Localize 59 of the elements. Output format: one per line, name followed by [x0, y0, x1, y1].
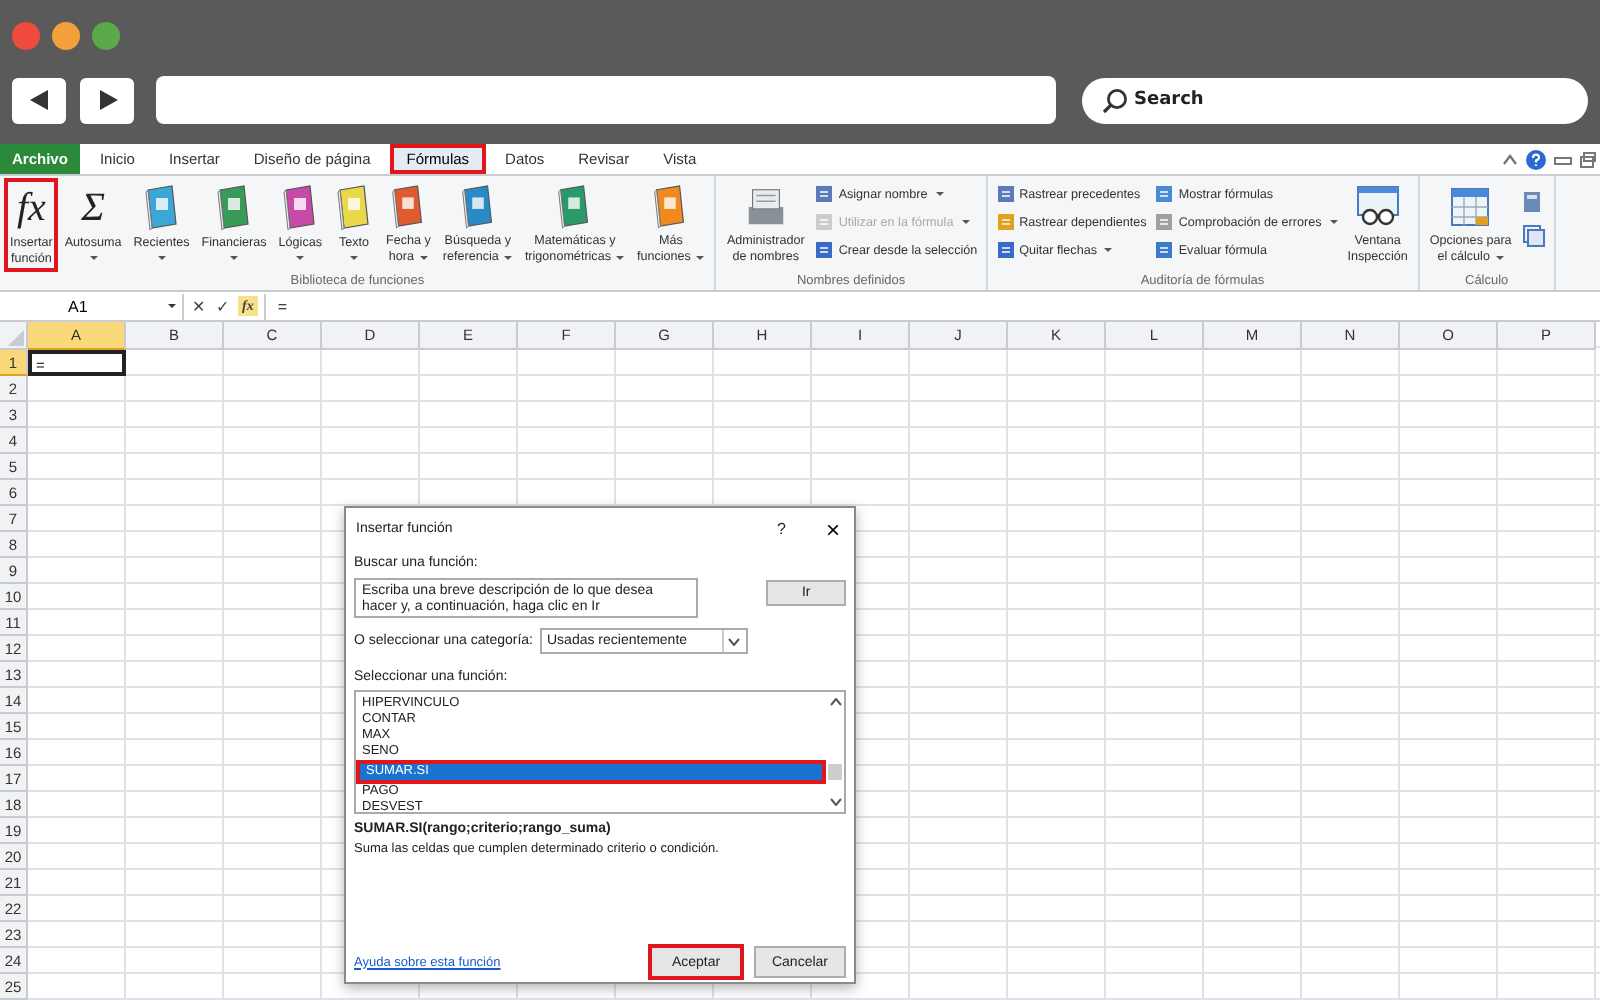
close-button[interactable]: ×	[821, 515, 844, 543]
restore-icon[interactable]	[1580, 152, 1596, 168]
cancel-icon[interactable]: ✕	[190, 297, 208, 315]
back-button[interactable]	[12, 77, 66, 123]
caret-icon	[420, 256, 429, 260]
caret-icon	[230, 256, 239, 260]
caret-icon	[696, 256, 705, 260]
document-icon	[1154, 184, 1175, 204]
formula-field[interactable]: =	[263, 293, 1600, 319]
minimize-icon[interactable]	[1554, 152, 1572, 168]
caret-icon	[1495, 256, 1504, 260]
sheet-icon[interactable]	[1521, 224, 1546, 248]
document-icon	[995, 184, 1016, 204]
caret-icon	[296, 256, 305, 260]
caret-up-icon[interactable]	[1502, 152, 1518, 168]
minimize-icon[interactable]	[52, 22, 80, 50]
help-icon[interactable]	[1526, 150, 1546, 170]
search-icon	[1102, 87, 1128, 113]
document-icon	[814, 240, 835, 260]
spreadsheet-icon	[1448, 184, 1493, 230]
maximize-icon[interactable]	[92, 22, 120, 50]
chevron-down-icon	[728, 637, 740, 645]
calculator-icon[interactable]	[1521, 190, 1542, 214]
caret-icon	[504, 256, 513, 260]
address-field[interactable]	[156, 76, 1056, 124]
book-icon	[457, 184, 498, 230]
left-triangle-icon	[29, 90, 49, 110]
caret-icon	[1104, 248, 1113, 252]
enter-icon[interactable]: ✓	[214, 297, 232, 315]
book-icon	[214, 184, 255, 232]
document-icon	[1154, 212, 1175, 232]
chevron-up-icon[interactable]	[829, 698, 841, 706]
document-icon	[814, 184, 835, 204]
caret-icon	[89, 256, 98, 260]
caret-icon	[935, 192, 944, 196]
caret-icon	[961, 220, 970, 224]
scrollbar[interactable]	[826, 692, 844, 812]
caret-icon	[168, 304, 176, 308]
window-glasses-icon	[1353, 184, 1402, 230]
document-icon	[814, 212, 835, 232]
search-field[interactable]: Search	[1082, 77, 1588, 123]
help-button[interactable]: ?	[777, 520, 786, 538]
function-glyph: Σ	[81, 184, 105, 232]
chevron-down-icon[interactable]	[829, 798, 841, 806]
function-glyph: fx	[16, 184, 46, 232]
document-icon	[1154, 240, 1175, 260]
right-triangle-icon	[97, 90, 117, 110]
book-icon	[141, 184, 182, 232]
document-icon	[995, 240, 1016, 260]
caret-icon	[1329, 220, 1338, 224]
book-icon	[280, 184, 321, 232]
caret-icon	[157, 256, 166, 260]
caret-icon	[616, 256, 625, 260]
scroll-thumb[interactable]	[828, 764, 842, 780]
forward-button[interactable]	[80, 77, 134, 123]
book-icon	[334, 184, 375, 232]
name-box[interactable]: A1	[0, 293, 184, 319]
caret-icon	[350, 256, 359, 260]
document-icon	[995, 212, 1016, 232]
